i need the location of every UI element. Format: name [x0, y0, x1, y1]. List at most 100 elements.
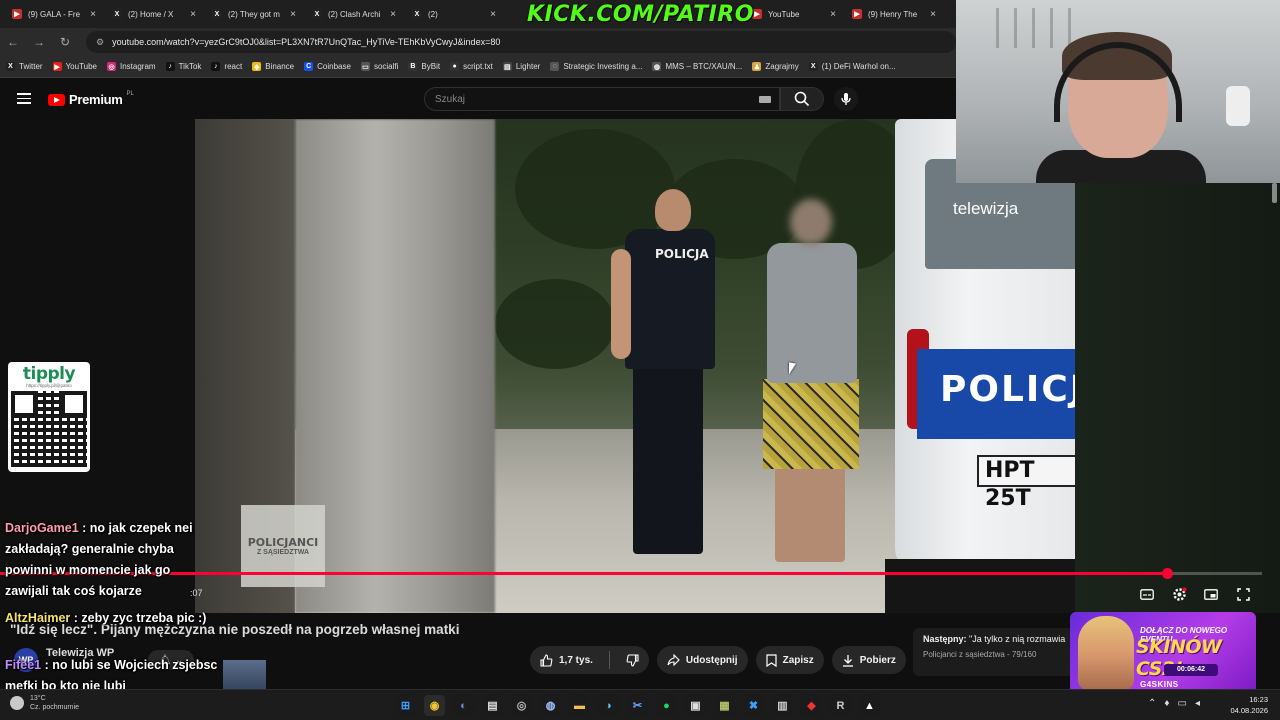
globe-icon: ◍: [652, 62, 662, 71]
bookmark-item[interactable]: C Coinbase: [304, 62, 351, 71]
reload-icon[interactable]: ↻: [58, 35, 72, 49]
tool-icon[interactable]: ✖: [743, 695, 764, 716]
spotify-icon[interactable]: ●: [656, 695, 677, 716]
folder-icon[interactable]: ▬: [569, 695, 590, 716]
like-button[interactable]: 1,7 tys.: [530, 646, 603, 674]
close-icon[interactable]: ×: [490, 9, 496, 20]
bookmark-item[interactable]: ● script.txt: [450, 62, 493, 71]
close-icon[interactable]: ×: [390, 9, 396, 20]
chat-text: : zeby zyc trzeba pic :): [73, 611, 207, 625]
up-next-card[interactable]: Następny: "Ja tylko z nią rozmawia Polic…: [913, 628, 1073, 676]
download-button[interactable]: Pobierz: [831, 646, 906, 674]
recorder-icon[interactable]: ◆: [801, 695, 822, 716]
site-info-icon[interactable]: ⚙: [96, 37, 104, 48]
page-scrollbar[interactable]: [1272, 183, 1277, 203]
search-button[interactable]: [780, 87, 824, 111]
tab-title: YouTube: [768, 9, 800, 19]
chevron-up-icon[interactable]: ⌃: [1148, 698, 1156, 709]
voice-search-button[interactable]: [834, 87, 858, 111]
browser-tab[interactable]: X (2) Home / X ×: [104, 0, 204, 28]
photos-icon[interactable]: ▣: [685, 695, 706, 716]
app-icon[interactable]: ▥: [772, 695, 793, 716]
fullscreen-button[interactable]: [1234, 585, 1252, 603]
close-icon[interactable]: ×: [290, 9, 296, 20]
address-bar[interactable]: ⚙ youtube.com/watch?v=yezGrC9tOJ0&list=P…: [86, 31, 956, 53]
close-icon[interactable]: ×: [90, 9, 96, 20]
chrome-icon[interactable]: ◉: [424, 695, 445, 716]
display-icon[interactable]: ▭: [1178, 698, 1187, 709]
close-icon[interactable]: ×: [930, 9, 936, 20]
bookmark-label: Zagrajmy: [765, 62, 799, 71]
bookmark-item[interactable]: ◆ Binance: [252, 62, 294, 71]
thumbs-down-icon: [626, 653, 639, 667]
forward-icon[interactable]: →: [32, 35, 46, 49]
system-clock[interactable]: 16:23 04.08.2026: [1224, 694, 1268, 716]
browser-tab[interactable]: ▶ (9) Henry The ×: [844, 0, 944, 28]
officer-vest-text: POLICJA: [655, 247, 709, 261]
bookmark-item[interactable]: ♪ react: [211, 62, 242, 71]
bookmark-item[interactable]: ▤ Lighter: [502, 62, 540, 71]
subtitles-button[interactable]: [1138, 585, 1156, 603]
browser-tab[interactable]: ▶ YouTube ×: [744, 0, 844, 28]
clock-date: 04.08.2026: [1230, 706, 1268, 715]
start-icon[interactable]: ⊞: [395, 695, 416, 716]
dislike-button[interactable]: [616, 646, 649, 674]
notification-app-icon[interactable]: ▲: [859, 695, 880, 716]
player-backdrop: [1075, 119, 1280, 613]
tab-title: (9) Henry The: [868, 9, 918, 19]
browser-tab[interactable]: X (2) Clash Archi ×: [304, 0, 404, 28]
edge-icon[interactable]: ◑: [598, 695, 619, 716]
bookmark-item[interactable]: ▶ YouTube: [52, 62, 97, 71]
like-dislike-group: 1,7 tys.: [530, 646, 649, 674]
tab-title: (2): [428, 9, 438, 19]
tab-favicon: X: [212, 9, 222, 19]
youtube-premium-logo[interactable]: Premium PL: [48, 91, 134, 107]
bookmark-item[interactable]: ◎ Instagram: [107, 62, 156, 71]
weather-widget[interactable]: 13°C Cz. pochmurnie: [10, 694, 79, 712]
volume-icon[interactable]: ◂: [1195, 698, 1200, 709]
microphone-icon[interactable]: ♦: [1164, 698, 1169, 709]
discord-icon[interactable]: ◐: [453, 695, 474, 716]
launcher-icon[interactable]: R: [830, 695, 851, 716]
browser-tab[interactable]: ▶ (9) GALA - Fre ×: [4, 0, 104, 28]
youtube-icon: ▶: [52, 62, 62, 71]
search-placeholder: Szukaj: [435, 93, 466, 105]
snipping-tool-icon[interactable]: ✂: [627, 695, 648, 716]
close-icon[interactable]: ×: [830, 9, 836, 20]
instagram-icon: ◎: [107, 62, 116, 71]
steam-icon[interactable]: ◍: [540, 695, 561, 716]
back-icon[interactable]: ←: [6, 35, 20, 49]
menu-icon[interactable]: [17, 93, 31, 104]
close-icon[interactable]: ×: [190, 9, 196, 20]
thumbs-up-icon: [540, 653, 553, 667]
coinbase-icon: C: [304, 62, 314, 71]
keyboard-icon[interactable]: [759, 96, 771, 103]
notes-icon[interactable]: ▤: [482, 695, 503, 716]
chat-message: AltzHaimer : zeby zyc trzeba pic :): [0, 608, 260, 629]
settings-button[interactable]: [1170, 585, 1188, 603]
bookmark-item[interactable]: ◍ MMS – BTC/XAU/N...: [652, 62, 742, 71]
game-icon[interactable]: ▦: [714, 695, 735, 716]
save-button[interactable]: Zapisz: [755, 646, 824, 674]
bookmark-item[interactable]: X Twitter: [6, 62, 43, 71]
bookmark-item[interactable]: ♪ TikTok: [165, 62, 201, 71]
browser-tab[interactable]: X (2) They got m ×: [204, 0, 304, 28]
miniplayer-button[interactable]: [1202, 585, 1220, 603]
bookmark-label: MMS – BTC/XAU/N...: [665, 62, 743, 71]
video-frame[interactable]: POLICJA telewizja POLICJ HPT 25T POLICJA…: [195, 119, 1075, 613]
share-button[interactable]: Udostępnij: [656, 646, 748, 674]
bookmark-item[interactable]: X (1) DeFi Warhol on...: [808, 62, 896, 71]
browser-tab[interactable]: X (2) ×: [404, 0, 504, 28]
tipply-url: https://tipply.pl/@patiro: [26, 383, 72, 388]
subtitles-icon: [1140, 588, 1154, 600]
streamer-webcam: [956, 0, 1280, 183]
bookmark-item[interactable]: ♟ Zagrajmy: [752, 62, 799, 71]
bookmark-item[interactable]: ◌ Strategic Investing a...: [550, 62, 642, 71]
bookmark-label: (1) DeFi Warhol on...: [821, 62, 896, 71]
url-text: youtube.com/watch?v=yezGrC9tOJ0&list=PL3…: [112, 37, 501, 47]
search-input[interactable]: Szukaj: [424, 87, 780, 111]
bookmark-item[interactable]: B ByBit: [408, 62, 440, 71]
bookmark-item[interactable]: ▭ socialfi: [360, 62, 398, 71]
obs-icon[interactable]: ◎: [511, 695, 532, 716]
bookmark-label: ByBit: [421, 62, 441, 71]
